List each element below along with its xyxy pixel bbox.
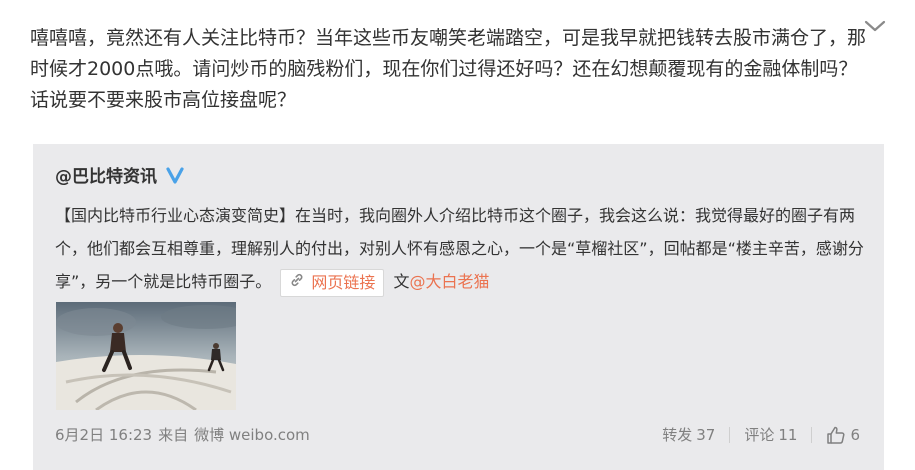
author-link[interactable]: @巴比特资讯 [55,162,157,187]
repost-button[interactable]: 转发 37 [648,424,729,445]
comment-button[interactable]: 评论 11 [730,424,811,445]
post-date-link[interactable]: 6月2日 16:23 [55,424,152,445]
verified-icon [165,165,185,185]
repost-count: 37 [696,425,716,444]
repost-label: 转发 [662,426,693,444]
like-count: 6 [850,425,860,444]
like-button[interactable]: 6 [812,425,860,445]
web-link-button[interactable]: 网页链接 [280,268,385,297]
repost-meta: 6月2日 16:23 来自 微博 weibo.com [55,424,310,445]
repost-author: @巴比特资讯 [55,162,185,187]
comment-count: 11 [778,425,798,444]
link-icon [289,269,305,297]
repost-text: 【国内比特币行业心态演变简史】在当时，我向圈外人介绍比特币这个圈子，我会这么说：… [55,199,865,298]
source-prefix: 来自 [158,426,189,444]
repost-thumbnail[interactable] [56,302,236,410]
credit-mention-link[interactable]: @大白老猫 [410,272,490,291]
comment-label: 评论 [744,426,775,444]
repost-card: @巴比特资讯 【国内比特币行业心态演变简史】在当时，我向圈外人介绍比特币这个圈子… [33,144,884,470]
thumbs-up-icon [826,425,846,445]
source-link[interactable]: 微博 weibo.com [194,424,310,445]
credit-prefix: 文 [393,272,410,291]
repost-actions: 转发 37 评论 11 6 [648,424,860,445]
post-text: 嘻嘻嘻，竟然还有人关注比特币？当年这些币友嘲笑老端踏空，可是我早就把钱转去股市满… [30,27,867,111]
link-label: 网页链接 [311,272,376,292]
